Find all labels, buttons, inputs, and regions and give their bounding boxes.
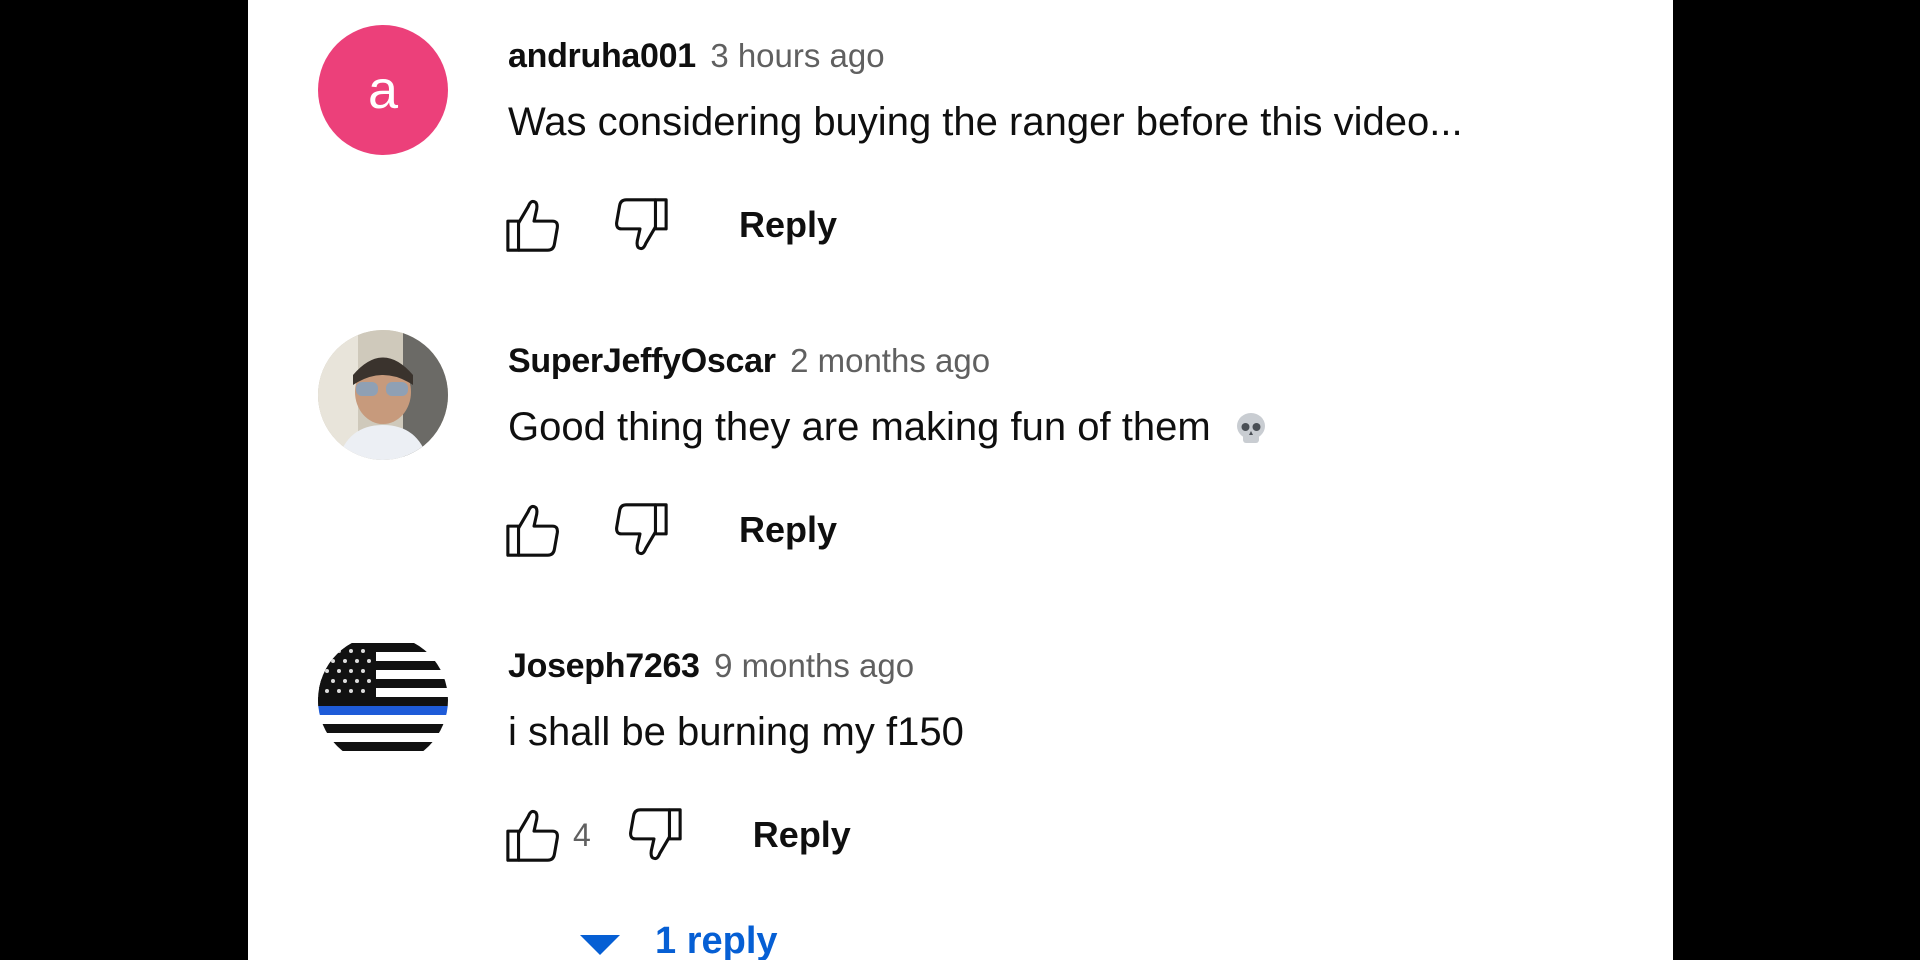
avatar-letter: a [367,60,399,120]
comment-text-content: Good thing they are making fun of them [508,405,1211,449]
dislike-button[interactable] [607,193,671,257]
comment-header: andruha001 3 hours ago [508,37,885,76]
comment-time[interactable]: 3 hours ago [710,37,884,74]
reply-button[interactable]: Reply [739,204,837,246]
comment-thread: Joseph7263 9 months ago i shall be burni… [318,635,1618,960]
avatar[interactable]: a [318,25,448,155]
comment-time[interactable]: 2 months ago [790,342,990,379]
comment-header: Joseph7263 9 months ago [508,647,914,686]
comments-panel: a andruha001 3 hours ago Was considering… [248,0,1673,960]
thin-blue-line-flag-icon [318,635,448,765]
comment-text: i shall be burning my f150 [508,710,964,754]
thumbs-up-icon [506,809,559,862]
comment-actions: 4 Reply [503,803,851,867]
avatar[interactable] [318,635,448,765]
comment-time[interactable]: 9 months ago [714,647,914,684]
reply-button[interactable]: Reply [753,814,851,856]
thumbs-down-icon [615,198,668,251]
avatar-photo-icon [318,330,448,460]
avatar[interactable] [318,330,448,460]
like-button[interactable] [503,193,567,257]
thumbs-down-icon [615,503,668,556]
like-button[interactable] [503,803,567,867]
comment-text: Good thing they are making fun of them [508,405,1270,450]
comment-text: Was considering buying the ranger before… [508,100,1463,144]
comment-author[interactable]: Joseph7263 [508,647,700,685]
replies-label: 1 reply [655,920,778,960]
dislike-button[interactable] [621,803,685,867]
comment-author[interactable]: SuperJeffyOscar [508,342,776,380]
like-button[interactable] [503,498,567,562]
dislike-button[interactable] [607,498,671,562]
thumbs-up-icon [506,504,559,557]
skull-icon [1236,413,1265,444]
view-replies-button[interactable]: 1 reply [580,920,778,960]
comment-actions: Reply [503,498,837,562]
caret-down-icon [580,934,620,955]
comment-actions: Reply [503,193,837,257]
reply-button[interactable]: Reply [739,509,837,551]
comment-author[interactable]: andruha001 [508,37,696,75]
thumbs-down-icon [628,808,682,861]
comment-thread: a andruha001 3 hours ago Was considering… [318,25,1618,285]
like-count: 4 [573,816,591,853]
comment-header: SuperJeffyOscar 2 months ago [508,342,990,381]
comment-thread: SuperJeffyOscar 2 months ago Good thing … [318,330,1618,590]
thumbs-up-icon [506,199,559,252]
